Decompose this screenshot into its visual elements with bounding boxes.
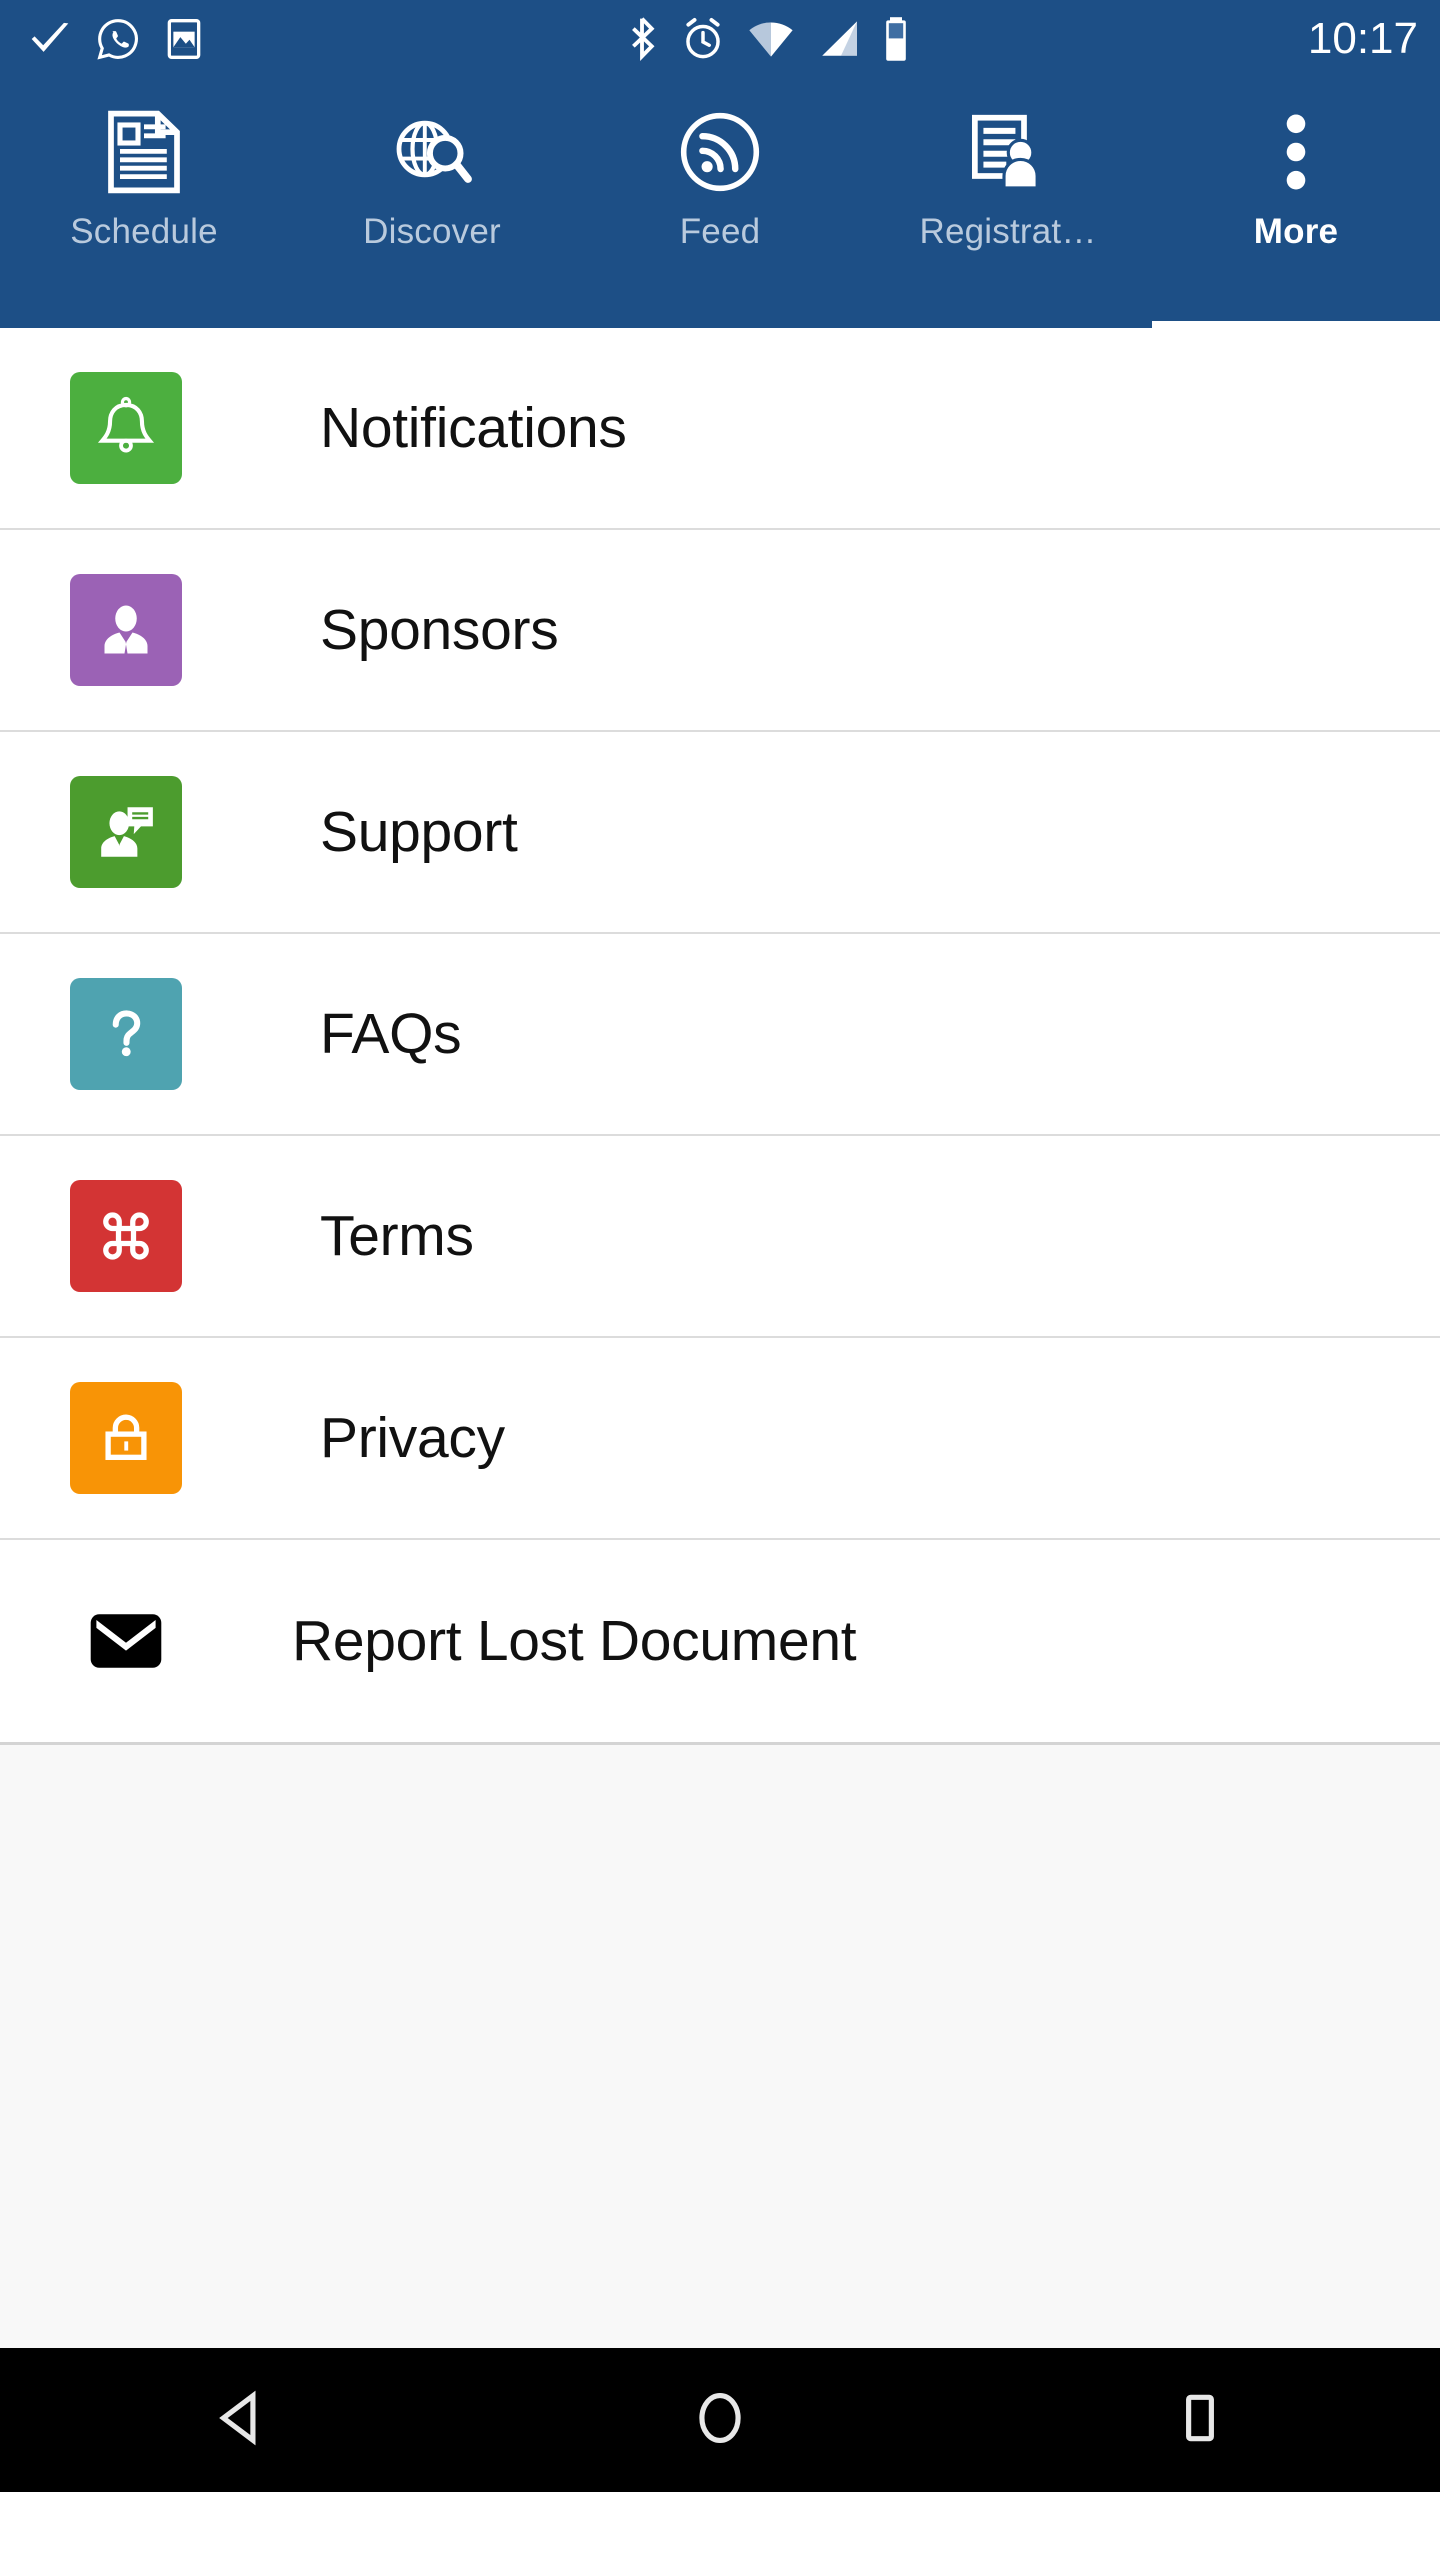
list-item-icon-slot — [70, 1585, 292, 1697]
tab-registration-label: Registrat… — [919, 212, 1097, 251]
top-tab-bar: Schedule Discover Feed Registrat… More — [0, 78, 1440, 328]
list-item-support[interactable]: Support — [0, 732, 1440, 934]
alarm-icon — [681, 17, 725, 61]
cellular-signal-icon — [817, 19, 861, 59]
page-body: Notifications Sponsors Support FAQs Term… — [0, 328, 1440, 2492]
list-item-label: Report Lost Document — [292, 1608, 857, 1673]
back-triangle-icon — [209, 2387, 271, 2454]
bell-icon — [70, 372, 182, 484]
command-loop-icon — [70, 1180, 182, 1292]
tab-discover-label: Discover — [363, 212, 501, 251]
tab-feed-label: Feed — [679, 212, 761, 251]
status-bar: 10:17 — [0, 0, 1440, 78]
home-circle-icon — [689, 2387, 751, 2454]
list-item-terms[interactable]: Terms — [0, 1136, 1440, 1338]
tab-schedule-label: Schedule — [70, 212, 218, 251]
envelope-icon — [70, 1585, 182, 1697]
person-chat-icon — [70, 776, 182, 888]
tab-schedule[interactable]: Schedule — [0, 78, 288, 328]
person-suit-icon — [70, 574, 182, 686]
whatsapp-icon — [96, 17, 140, 61]
more-vertical-dots-icon — [1284, 110, 1308, 194]
rss-circle-icon — [679, 110, 761, 194]
status-bar-right-icons — [603, 16, 909, 62]
tab-more-label: More — [1253, 212, 1339, 251]
tab-more[interactable]: More — [1152, 78, 1440, 328]
more-menu-list: Notifications Sponsors Support FAQs Term… — [0, 328, 1440, 1745]
status-bar-left-icons — [28, 17, 228, 61]
list-item-icon-slot — [70, 776, 320, 888]
android-navigation-bar — [0, 2348, 1440, 2492]
list-item-icon-slot — [70, 372, 320, 484]
tab-discover[interactable]: Discover — [288, 78, 576, 328]
list-item-label: Notifications — [320, 395, 627, 460]
list-item-label: Support — [320, 799, 518, 864]
tab-feed[interactable]: Feed — [576, 78, 864, 328]
list-item-sponsors[interactable]: Sponsors — [0, 530, 1440, 732]
list-item-label: Sponsors — [320, 597, 559, 662]
registration-person-document-icon — [968, 110, 1048, 194]
wifi-icon — [747, 19, 795, 59]
lock-icon — [70, 1382, 182, 1494]
question-mark-icon — [70, 978, 182, 1090]
status-bar-clock: 10:17 — [1307, 14, 1418, 63]
recents-square-icon — [1169, 2387, 1231, 2454]
list-item-privacy[interactable]: Privacy — [0, 1338, 1440, 1540]
tab-registration[interactable]: Registrat… — [864, 78, 1152, 328]
list-item-report-lost-document[interactable]: Report Lost Document — [0, 1540, 1440, 1742]
list-item-icon-slot — [70, 1382, 320, 1494]
list-item-notifications[interactable]: Notifications — [0, 328, 1440, 530]
list-item-label: Privacy — [320, 1405, 505, 1470]
globe-search-icon — [390, 110, 474, 194]
list-item-icon-slot — [70, 1180, 320, 1292]
list-item-faqs[interactable]: FAQs — [0, 934, 1440, 1136]
recents-button[interactable] — [1100, 2348, 1300, 2492]
list-item-icon-slot — [70, 978, 320, 1090]
back-button[interactable] — [140, 2348, 340, 2492]
list-item-label: Terms — [320, 1203, 474, 1268]
home-button[interactable] — [620, 2348, 820, 2492]
screenshot-image-icon — [164, 17, 204, 61]
list-item-icon-slot — [70, 574, 320, 686]
bluetooth-icon — [625, 16, 659, 62]
list-item-label: FAQs — [320, 1001, 462, 1066]
active-tab-indicator — [1152, 321, 1440, 328]
battery-icon — [883, 16, 909, 62]
document-lines-icon — [105, 110, 183, 194]
checkmark-icon — [28, 17, 72, 61]
